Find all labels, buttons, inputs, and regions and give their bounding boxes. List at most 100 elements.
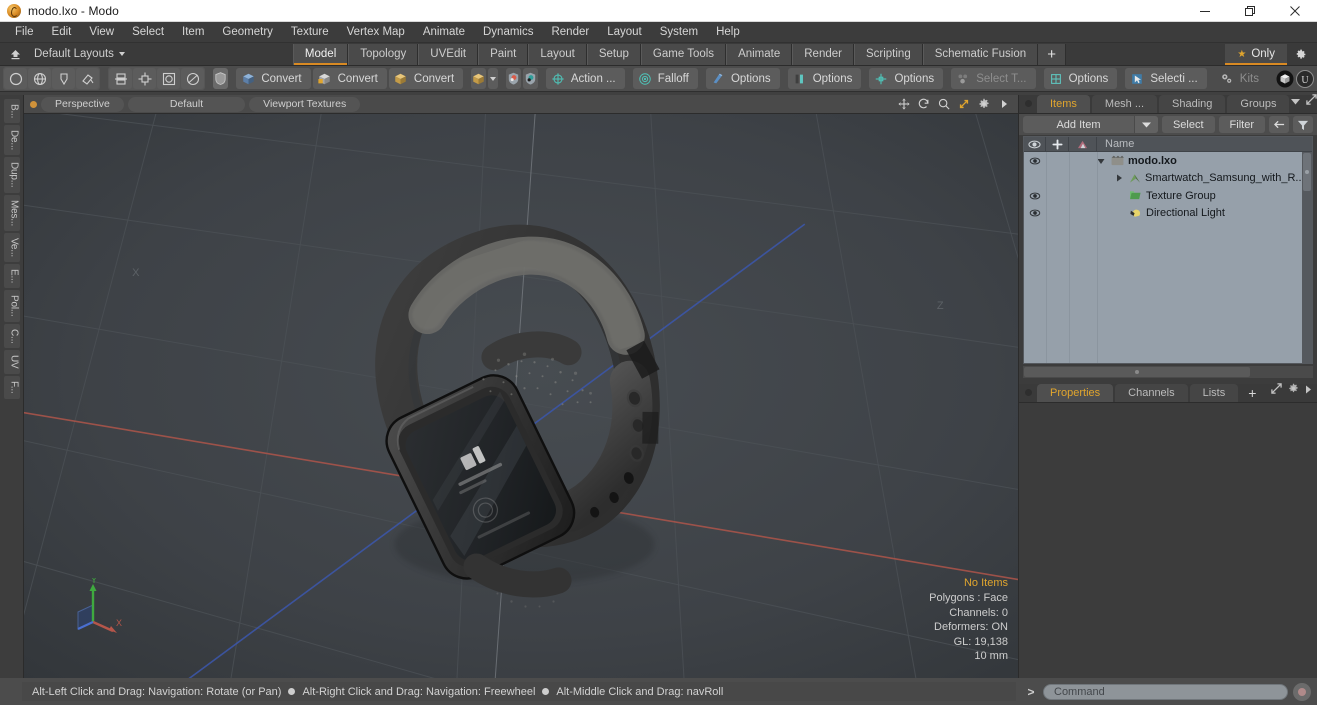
- table-row[interactable]: Directional Light: [1024, 205, 1312, 223]
- only-toggle-button[interactable]: ★ Only: [1225, 43, 1287, 65]
- layout-tab-topology[interactable]: Topology: [348, 43, 419, 65]
- viewport-view-mode-dropdown[interactable]: Perspective: [41, 96, 124, 112]
- zoom-icon[interactable]: [937, 98, 950, 111]
- filter-button[interactable]: Filter: [1218, 116, 1265, 133]
- column-render-icon[interactable]: [1069, 137, 1097, 151]
- layout-tab-schematic-fusion[interactable]: Schematic Fusion: [922, 43, 1039, 65]
- tab-lists[interactable]: Lists: [1189, 384, 1239, 402]
- record-macro-icon[interactable]: [1293, 682, 1311, 701]
- selection-sets-button[interactable]: Selecti ...: [1125, 68, 1207, 89]
- chevron-down-icon[interactable]: [1133, 116, 1158, 133]
- left-tab-deform[interactable]: De...: [3, 125, 20, 156]
- row-name-cell[interactable]: modo.lxo: [1097, 155, 1312, 167]
- add-item-button[interactable]: Add Item: [1023, 116, 1158, 133]
- row-visibility-icon[interactable]: [1024, 209, 1046, 217]
- viewport-shading-dropdown[interactable]: Viewport Textures: [249, 96, 361, 112]
- menu-render[interactable]: Render: [542, 23, 598, 42]
- convert-button-1[interactable]: Convert: [236, 68, 311, 89]
- table-row[interactable]: Smartwatch_Samsung_with_R...: [1024, 170, 1312, 188]
- cube-dropdown-icon[interactable]: [471, 68, 487, 89]
- tab-channels[interactable]: Channels: [1115, 384, 1188, 402]
- left-tab-duplicate[interactable]: Dup...: [3, 157, 20, 193]
- tab-shading[interactable]: Shading: [1159, 95, 1226, 113]
- fit-icon[interactable]: [957, 98, 970, 111]
- boundary-square-icon[interactable]: [157, 68, 181, 89]
- convert-button-2[interactable]: Convert: [312, 68, 387, 89]
- falloff-button[interactable]: Falloff: [632, 68, 698, 89]
- layout-tab-paint[interactable]: Paint: [478, 43, 529, 65]
- polygon-pen-icon[interactable]: [52, 68, 75, 89]
- circle-vertices-icon[interactable]: [4, 68, 27, 89]
- layout-tab-render[interactable]: Render: [792, 43, 854, 65]
- tab-items[interactable]: Items: [1037, 95, 1090, 113]
- menu-item[interactable]: Item: [173, 23, 213, 42]
- menu-layout[interactable]: Layout: [598, 23, 651, 42]
- left-tab-polygon[interactable]: Pol...: [3, 290, 20, 322]
- scrollbar-thumb[interactable]: [1303, 153, 1311, 191]
- command-input[interactable]: Command: [1043, 683, 1288, 700]
- row-name-cell[interactable]: Texture Group: [1097, 190, 1312, 202]
- snapping-options-button[interactable]: Options: [705, 68, 780, 89]
- scrollbar-thumb[interactable]: [1024, 367, 1251, 377]
- close-icon[interactable]: [1272, 0, 1317, 22]
- menu-vertex-map[interactable]: Vertex Map: [338, 23, 414, 42]
- row-visibility-icon[interactable]: [1024, 157, 1046, 165]
- layout-tab-uvedit[interactable]: UVEdit: [418, 43, 479, 65]
- menu-view[interactable]: View: [80, 23, 123, 42]
- tab-properties[interactable]: Properties: [1037, 384, 1114, 402]
- more-arrow-icon[interactable]: [997, 98, 1010, 111]
- menu-system[interactable]: System: [651, 23, 707, 42]
- expander-expanded-icon[interactable]: [1097, 157, 1107, 165]
- select-through-button[interactable]: Select T...: [951, 68, 1036, 89]
- layout-tab-animate[interactable]: Animate: [726, 43, 793, 65]
- rotate-icon[interactable]: [917, 98, 930, 111]
- minimize-icon[interactable]: [1182, 0, 1227, 22]
- cube-badge-icon[interactable]: [1276, 68, 1295, 89]
- table-row[interactable]: Texture Group: [1024, 187, 1312, 205]
- items-stack-icon[interactable]: [109, 68, 133, 89]
- 3d-viewport[interactable]: X Z Y X No Items Polygons: Face Channel…: [24, 114, 1018, 678]
- expand-icon[interactable]: [1271, 381, 1282, 399]
- item-list-scrollbar-vertical[interactable]: [1302, 152, 1312, 363]
- center-cross-icon[interactable]: [133, 68, 157, 89]
- polygon-circle-icon[interactable]: [181, 68, 205, 89]
- left-tab-mesh-edit[interactable]: Mes...: [3, 194, 20, 231]
- expander-collapsed-icon[interactable]: [1115, 174, 1125, 182]
- convert-button-3[interactable]: Convert: [388, 68, 464, 89]
- row-name-cell[interactable]: Smartwatch_Samsung_with_R...: [1097, 172, 1312, 184]
- layout-tab-layout[interactable]: Layout: [528, 43, 587, 65]
- restore-icon[interactable]: [1227, 0, 1272, 22]
- row-visibility-icon[interactable]: [1024, 192, 1046, 200]
- table-row[interactable]: modo.lxo: [1024, 152, 1312, 170]
- layout-tab-scripting[interactable]: Scripting: [853, 43, 923, 65]
- panel-menu-dot[interactable]: [1025, 100, 1032, 107]
- viewport-settings-icon[interactable]: [977, 98, 990, 111]
- pan-icon[interactable]: [897, 98, 910, 111]
- material-paint-icon[interactable]: [76, 68, 99, 89]
- action-center-button[interactable]: Action ...: [545, 68, 625, 89]
- gear-icon[interactable]: [1287, 44, 1313, 65]
- menu-dynamics[interactable]: Dynamics: [474, 23, 542, 42]
- tab-groups[interactable]: Groups: [1227, 95, 1290, 113]
- more-arrow-icon[interactable]: [1305, 381, 1312, 399]
- panel-menu-dot[interactable]: [1025, 389, 1032, 396]
- left-tab-vertex[interactable]: Ve...: [3, 232, 20, 262]
- select-button[interactable]: Select: [1161, 116, 1215, 133]
- menu-file[interactable]: File: [6, 23, 43, 42]
- column-visibility-icon[interactable]: [1024, 137, 1046, 151]
- left-tab-edge[interactable]: E...: [3, 263, 20, 289]
- menu-help[interactable]: Help: [707, 23, 749, 42]
- axis-gizmo[interactable]: Y X: [66, 578, 136, 638]
- preset-sphere-teal-icon[interactable]: [522, 68, 538, 89]
- menu-edit[interactable]: Edit: [43, 23, 81, 42]
- left-tab-curve[interactable]: C...: [3, 323, 20, 349]
- left-tab-uv[interactable]: UV: [3, 350, 20, 374]
- home-layout-icon[interactable]: [4, 45, 26, 64]
- layout-options-button[interactable]: Options: [1043, 68, 1118, 89]
- add-panel-tab-button[interactable]: +: [1240, 384, 1264, 402]
- layout-tab-game-tools[interactable]: Game Tools: [640, 43, 727, 65]
- unreal-bridge-icon[interactable]: U: [1296, 68, 1315, 89]
- shield-icon[interactable]: [213, 68, 229, 89]
- symmetry-options-button[interactable]: Options: [787, 68, 862, 89]
- layout-tab-model[interactable]: Model: [292, 43, 349, 65]
